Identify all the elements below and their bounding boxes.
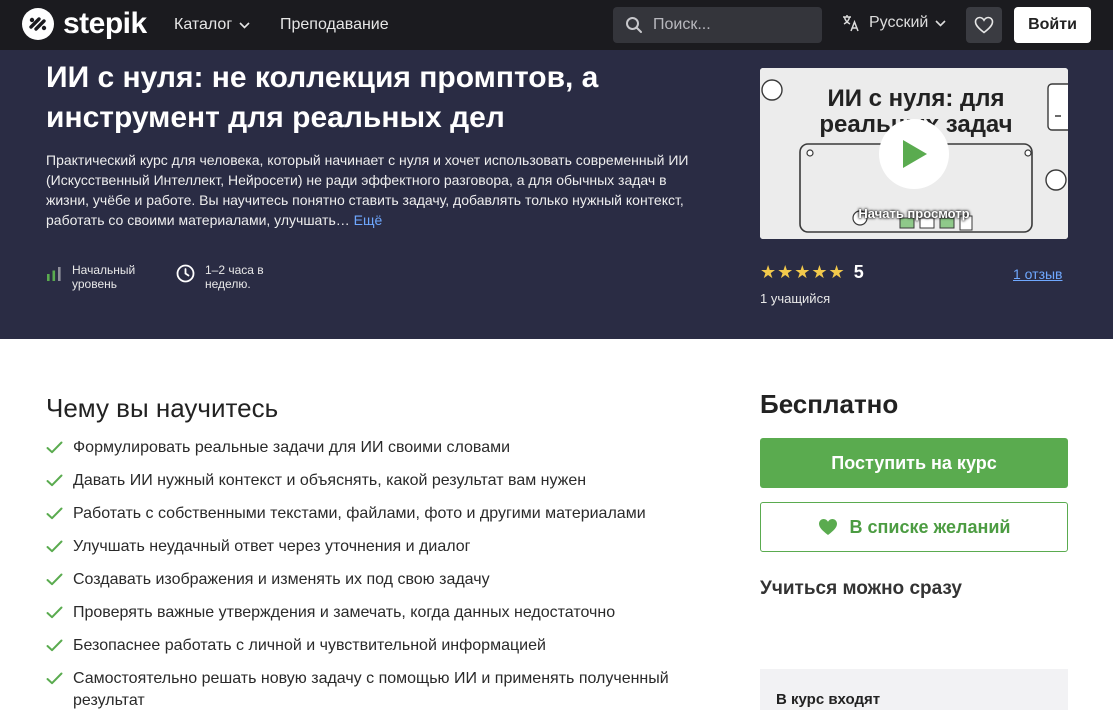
- stepik-logo[interactable]: stepik: [22, 8, 147, 40]
- course-price: Бесплатно: [760, 389, 899, 419]
- learn-item: Давать ИИ нужный контекст и объяснять, к…: [46, 470, 706, 492]
- heart-outline-icon: [974, 16, 994, 34]
- course-hero: ИИ с нуля: не коллекция промптов, а инст…: [0, 50, 1113, 339]
- catalog-label: Каталог: [174, 16, 233, 33]
- checkmark-icon: [46, 441, 63, 454]
- level-line1: Начальный: [72, 263, 136, 277]
- learn-item-text: Безопаснее работать с личной и чувствите…: [73, 637, 546, 654]
- learn-item-text: Проверять важные утверждения и замечать,…: [73, 604, 616, 621]
- reviews-link[interactable]: 1 отзыв: [1013, 266, 1063, 282]
- course-description: Практический курс для человека, который …: [46, 150, 711, 230]
- checkmark-icon: [46, 474, 63, 487]
- language-selector[interactable]: Русский: [842, 14, 946, 32]
- translate-icon: [843, 15, 859, 32]
- play-button[interactable]: [879, 119, 949, 189]
- wishlist-nav-button[interactable]: [966, 7, 1002, 43]
- learn-item: Работать с собственными текстами, файлам…: [46, 503, 706, 525]
- course-includes-box: В курс входят: [760, 669, 1068, 710]
- level-line2: уровень: [72, 277, 118, 291]
- learn-item: Создавать изображения и изменять их под …: [46, 569, 706, 591]
- time-line2: неделю.: [205, 277, 251, 291]
- search-icon: [626, 17, 642, 33]
- course-title: ИИ с нуля: не коллекция промптов, а инст…: [46, 61, 599, 134]
- learn-item: Улучшать неудачный ответ через уточнения…: [46, 536, 706, 558]
- course-time: 1–2 часа в неделю.: [176, 263, 264, 291]
- search-input[interactable]: [653, 16, 803, 34]
- learn-item: Проверять важные утверждения и замечать,…: [46, 602, 706, 624]
- play-icon: [903, 140, 927, 168]
- course-promo-video[interactable]: ИИ с нуля: для реальных задач Начать про…: [760, 68, 1068, 239]
- wishlist-label: В списке желаний: [849, 516, 1011, 537]
- rating-value: 5: [853, 262, 864, 282]
- learn-item-text: Работать с собственными текстами, файлам…: [73, 505, 646, 522]
- chevron-down-icon: [239, 21, 250, 29]
- checkmark-icon: [46, 672, 63, 685]
- checkmark-icon: [46, 639, 63, 652]
- top-navbar: stepik Каталог Преподавание Русский Войт…: [0, 0, 1113, 50]
- learn-item: Безопаснее работать с личной и чувствите…: [46, 635, 706, 657]
- checkmark-icon: [46, 507, 63, 520]
- language-label: Русский: [869, 14, 929, 31]
- teaching-label: Преподавание: [280, 16, 389, 33]
- checkmark-icon: [46, 606, 63, 619]
- learners-count: 1 учащийся: [760, 291, 831, 306]
- play-label: Начать просмотр: [858, 206, 970, 221]
- enroll-button[interactable]: Поступить на курс: [760, 438, 1068, 488]
- chevron-down-icon: [935, 19, 946, 27]
- stepik-logo-text: stepik: [63, 7, 147, 40]
- learn-item: Формулировать реальные задачи для ИИ сво…: [46, 437, 706, 459]
- catalog-menu[interactable]: Каталог: [174, 15, 250, 35]
- includes-title: В курс входят: [776, 691, 881, 708]
- checkmark-icon: [46, 540, 63, 553]
- learn-item-text: Формулировать реальные задачи для ИИ сво…: [73, 439, 511, 456]
- checkmark-icon: [46, 573, 63, 586]
- learn-section-title: Чему вы научитесь: [46, 393, 279, 423]
- learn-item-text: Самостоятельно решать новую задачу с пом…: [73, 670, 669, 709]
- wishlist-button[interactable]: В списке желаний: [760, 502, 1068, 552]
- login-button[interactable]: Войти: [1014, 7, 1091, 43]
- level-bars-icon: [47, 267, 61, 281]
- read-more-link[interactable]: Ещё: [354, 212, 383, 228]
- course-rating: ★★★★★ 5: [760, 262, 864, 283]
- rating-stars: ★★★★★: [760, 262, 846, 282]
- search-box[interactable]: [613, 7, 822, 43]
- course-level: Начальный уровень: [46, 263, 135, 291]
- time-line1: 1–2 часа в: [205, 263, 264, 277]
- learn-list: Формулировать реальные задачи для ИИ сво…: [46, 437, 706, 710]
- stepik-logo-icon: [22, 8, 54, 40]
- clock-icon: [176, 264, 195, 283]
- learn-item: Самостоятельно решать новую задачу с пом…: [46, 668, 706, 710]
- learn-item-text: Улучшать неудачный ответ через уточнения…: [73, 538, 471, 555]
- learn-item-text: Создавать изображения и изменять их под …: [73, 571, 490, 588]
- start-now-label: Учиться можно сразу: [760, 578, 962, 599]
- learn-item-text: Давать ИИ нужный контекст и объяснять, к…: [73, 472, 587, 489]
- heart-icon: [818, 519, 837, 535]
- teaching-link[interactable]: Преподавание: [280, 15, 389, 35]
